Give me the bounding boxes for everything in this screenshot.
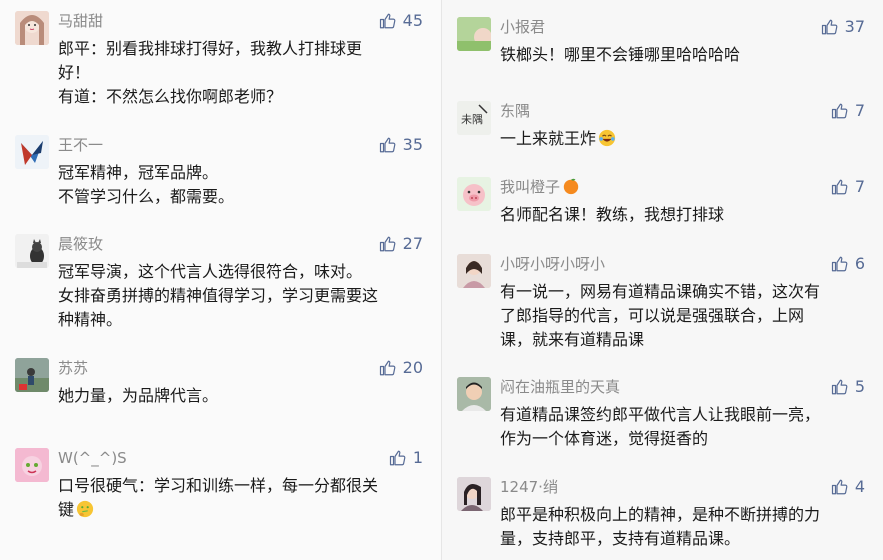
like-count: 35	[402, 135, 423, 154]
like-count: 45	[402, 11, 423, 30]
comment-line: 有道精品课签约郎平做代言人让我眼前一亮，	[500, 405, 821, 424]
like-button[interactable]: 27	[379, 234, 423, 254]
user-name[interactable]: 小呀小呀小呀小	[500, 254, 605, 274]
like-button[interactable]: 7	[831, 177, 865, 197]
thumbs-up-icon	[831, 379, 848, 395]
comment-text: 有一说一，网易有道精品课确实不错，这次有 了郎指导的代言，可以说是强强联合，上网…	[500, 280, 870, 352]
user-name[interactable]: 1247·绡	[500, 477, 558, 497]
user-name[interactable]: 马甜甜	[58, 11, 103, 31]
user-avatar[interactable]	[15, 234, 49, 268]
svg-text:未隅: 未隅	[461, 113, 483, 126]
user-name[interactable]: 小报君	[500, 17, 545, 37]
thumbs-up-icon	[379, 13, 396, 29]
comment-text: 口号很硬气：学习和训练一样，每一分都很关 键	[58, 474, 428, 522]
comment-text: 她力量，为品牌代言。	[58, 384, 428, 408]
thumbs-up-icon	[831, 103, 848, 119]
like-count: 5	[854, 377, 865, 396]
like-count: 6	[854, 254, 865, 273]
thumbs-up-icon	[821, 19, 838, 35]
comment-line: 课，就来有道精品课	[500, 330, 645, 349]
like-count: 1	[412, 448, 423, 467]
like-button[interactable]: 20	[379, 358, 423, 378]
comment-line: 口号很硬气：学习和训练一样，每一分都很关	[58, 476, 379, 495]
like-button[interactable]: 1	[389, 448, 423, 468]
user-name[interactable]: 晨筱玫	[58, 234, 103, 254]
like-count: 7	[854, 177, 865, 196]
comment-text: 冠军精神，冠军品牌。 不管学习什么，都需要。	[58, 161, 428, 209]
comment-line: 她力量，为品牌代言。	[58, 386, 219, 405]
thumbs-up-icon	[831, 256, 848, 272]
user-avatar[interactable]	[15, 358, 49, 392]
comment-text: 郎平：别看我排球打得好，我教人打排球更 好！ 有道：不然怎么找你啊郎老师？	[58, 37, 428, 109]
like-button[interactable]: 37	[821, 17, 865, 37]
thinking-emoji	[76, 500, 94, 518]
comment-line-text: 键	[58, 500, 75, 519]
comment-text: 冠军导演，这个代言人选得很符合，味对。 女排奋勇拼搏的精神值得学习，学习更需要这…	[58, 260, 428, 332]
user-name-text: 我叫橙子	[500, 178, 561, 196]
comment-line: 有道：不然怎么找你啊郎老师？	[58, 87, 283, 106]
like-count: 4	[854, 477, 865, 496]
like-count: 20	[402, 358, 423, 377]
comment-text: 有道精品课签约郎平做代言人让我眼前一亮， 作为一个体育迷，觉得挺香的	[500, 403, 870, 451]
comment-line: 有一说一，网易有道精品课确实不错，这次有	[500, 282, 821, 301]
like-count: 27	[402, 234, 423, 253]
comment-text: 名师配名课！教练，我想打排球	[500, 203, 870, 227]
user-avatar[interactable]: 未隅	[457, 101, 491, 135]
user-name[interactable]: 我叫橙子	[500, 177, 580, 197]
user-name[interactable]: 王不一	[58, 135, 103, 155]
thumbs-up-icon	[379, 236, 396, 252]
comment-line: 名师配名课！教练，我想打排球	[500, 205, 725, 224]
comment-line: 作为一个体育迷，觉得挺香的	[500, 429, 709, 448]
user-name[interactable]: W(^_^)S	[58, 448, 127, 468]
comment-line: 郎平：别看我排球打得好，我教人打排球更	[58, 39, 363, 58]
like-button[interactable]: 5	[831, 377, 865, 397]
comment-line: 了郎指导的代言，可以说是强强联合，上网	[500, 306, 805, 325]
thumbs-up-icon	[389, 450, 406, 466]
comment-text: 郎平是种积极向上的精神，是种不断拼搏的力 量，支持郎平，支持有道精品课。	[500, 503, 870, 551]
comment-line: 一上来就王炸	[500, 127, 870, 151]
comment-line: 女排奋勇拼搏的精神值得学习，学习更需要这	[58, 286, 379, 305]
user-avatar[interactable]	[15, 11, 49, 45]
like-count: 7	[854, 101, 865, 120]
thumbs-up-icon	[831, 179, 848, 195]
comment-line: 种精神。	[58, 310, 123, 329]
laughing-emoji	[598, 129, 616, 147]
like-button[interactable]: 7	[831, 101, 865, 121]
comment-line: 不管学习什么，都需要。	[58, 187, 235, 206]
thumbs-up-icon	[831, 479, 848, 495]
like-button[interactable]: 35	[379, 135, 423, 155]
comment-line: 好！	[58, 63, 91, 82]
user-name[interactable]: 东隅	[500, 101, 530, 121]
like-button[interactable]: 6	[831, 254, 865, 274]
thumbs-up-icon	[379, 360, 396, 376]
thumbs-up-icon	[379, 137, 396, 153]
user-avatar[interactable]	[15, 135, 49, 169]
user-name[interactable]: 苏苏	[58, 358, 88, 378]
like-button[interactable]: 45	[379, 11, 423, 31]
user-avatar[interactable]	[15, 448, 49, 482]
comment-line: 量，支持郎平，支持有道精品课。	[500, 529, 741, 548]
comment-line: 冠军精神，冠军品牌。	[58, 163, 219, 182]
comment-line: 键	[58, 498, 428, 522]
comment-line-text: 一上来就王炸	[500, 129, 597, 148]
user-avatar[interactable]	[457, 177, 491, 211]
user-name[interactable]: 闷在油瓶里的天真	[500, 377, 620, 397]
like-button[interactable]: 4	[831, 477, 865, 497]
user-avatar[interactable]	[457, 17, 491, 51]
comment-line: 冠军导演，这个代言人选得很符合，味对。	[58, 262, 363, 281]
like-count: 37	[844, 17, 865, 36]
user-avatar[interactable]	[457, 254, 491, 288]
comment-line: 郎平是种积极向上的精神，是种不断拼搏的力	[500, 505, 821, 524]
user-avatar[interactable]	[457, 377, 491, 411]
comment-text: 铁榔头！哪里不会锤哪里哈哈哈哈	[500, 43, 870, 67]
orange-emoji	[563, 178, 579, 195]
comment-line: 铁榔头！哪里不会锤哪里哈哈哈哈	[500, 45, 741, 64]
comment-text: 一上来就王炸	[500, 127, 870, 151]
user-avatar[interactable]	[457, 477, 491, 511]
